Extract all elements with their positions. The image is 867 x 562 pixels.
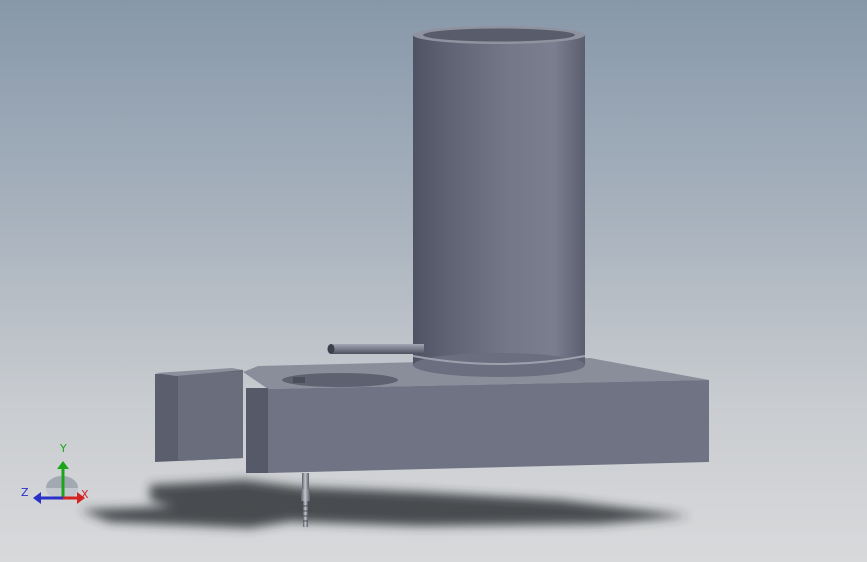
cad-viewport[interactable]: Y X Z: [0, 0, 867, 562]
model-scene[interactable]: [0, 0, 867, 562]
cylinder-top-opening: [423, 28, 575, 42]
base-front-block[interactable]: [246, 380, 709, 473]
ground-shadow: [80, 480, 690, 528]
x-axis-label: X: [81, 488, 89, 501]
vertical-cylinder[interactable]: [412, 26, 586, 377]
z-axis-label: Z: [21, 486, 29, 499]
bore-slot-mark: [293, 377, 305, 383]
reference-triad: [33, 461, 85, 504]
side-tube[interactable]: [327, 344, 425, 354]
y-axis-label: Y: [60, 442, 67, 455]
left-fork-prong[interactable]: [155, 368, 243, 462]
